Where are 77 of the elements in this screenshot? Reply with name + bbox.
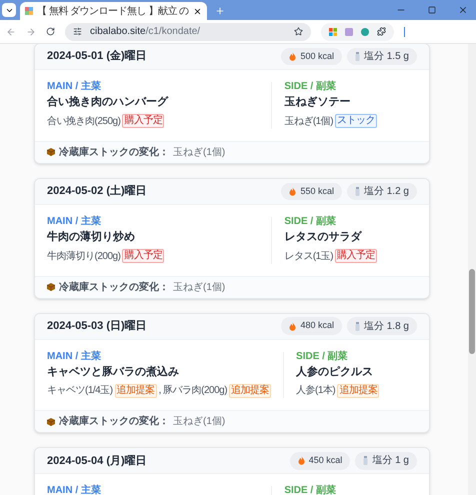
stock-change-label: 冷蔵庫ストックの変化：	[59, 280, 169, 294]
tag: 追加提案	[337, 384, 380, 398]
salt-badge: 塩分 1 g	[355, 452, 417, 470]
scrollbar-thumb[interactable]	[469, 269, 475, 354]
flame-icon	[289, 186, 296, 196]
calorie-badge: 550 kcal	[281, 182, 342, 200]
course-label: MAIN / 主菜	[47, 216, 102, 227]
salt-badge: 塩分 1.8 g	[346, 317, 417, 335]
stock-change-label: 冷蔵庫ストックの変化：	[59, 414, 169, 430]
stock-change-label: 冷蔵庫ストックの変化：	[59, 145, 169, 160]
ingredient: キャベツ(1/4玉)	[47, 384, 113, 398]
dish-title: 玉ねぎソテー	[284, 96, 352, 110]
calorie-badge: 500 kcal	[281, 48, 342, 66]
stock-change-value: 玉ねぎ(1個)	[173, 146, 226, 160]
course-label: SIDE / 副菜	[284, 216, 337, 227]
back-icon[interactable]	[6, 26, 16, 36]
box-icon	[47, 418, 55, 426]
stock-change-value: 玉ねぎ(1個)	[173, 415, 226, 430]
calorie-badge: 450 kcal	[290, 452, 350, 470]
tab-title: 【 無料 ダウンロード無し 】献立 の	[37, 4, 189, 18]
puzzle-icon[interactable]	[377, 27, 386, 36]
close-window-icon[interactable]	[458, 5, 468, 15]
course-label: MAIN / 主菜	[47, 486, 102, 495]
site-settings-icon[interactable]	[73, 27, 82, 36]
dish-title: レタスのサラダ	[284, 230, 363, 244]
course-label: MAIN / 主菜	[47, 352, 102, 362]
day-date: 2024-05-03 (日)曜日	[47, 318, 147, 334]
box-icon	[47, 283, 55, 291]
tab-list-button[interactable]	[2, 3, 16, 17]
maximize-icon[interactable]	[428, 6, 436, 14]
course-label: SIDE / 副菜	[284, 82, 337, 92]
ingredient: 合い挽き肉(250g)	[47, 114, 120, 129]
ingredient: , 豚バラ肉(200g)	[158, 384, 228, 398]
salt-shaker-icon	[354, 186, 360, 196]
ingredient: 人参(1本)	[296, 384, 336, 398]
close-icon[interactable]	[192, 6, 202, 16]
new-tab-icon[interactable]	[214, 6, 225, 16]
calorie-badge: 480 kcal	[281, 317, 342, 335]
ingredient: 牛肉薄切り(200g)	[47, 250, 120, 264]
salt-shaker-icon	[363, 456, 368, 466]
salt-badge: 塩分 1.5 g	[346, 48, 417, 66]
flame-icon	[289, 322, 296, 330]
course-label: SIDE / 副菜	[296, 352, 349, 362]
ingredient: レタス(1玉)	[284, 250, 334, 264]
site-favicon	[25, 7, 33, 15]
forward-icon[interactable]	[26, 26, 36, 36]
dish-title: 牛肉の薄切り炒め	[47, 230, 136, 244]
browser-tab[interactable]: 【 無料 ダウンロード無し 】献立 の	[20, 2, 207, 20]
day-date: 2024-05-04 (月)曜日	[47, 454, 147, 468]
tag: 追加提案	[114, 384, 157, 398]
salt-shaker-icon	[354, 52, 360, 61]
course-label: MAIN / 主菜	[47, 82, 102, 92]
salt-badge: 塩分 1.2 g	[346, 182, 417, 200]
grid-squares-icon[interactable]	[329, 28, 337, 36]
tag: 購入予定	[122, 249, 164, 263]
flame-icon	[298, 456, 305, 466]
extension-square-icon[interactable]	[345, 28, 353, 36]
ingredient: 玉ねぎ(1個)	[284, 114, 334, 129]
flame-icon	[289, 52, 296, 61]
salt-shaker-icon	[354, 322, 360, 330]
bookmark-star-icon[interactable]	[294, 27, 303, 36]
tag: 追加提案	[229, 384, 272, 398]
dish-title: 人参のピクルス	[296, 366, 374, 380]
dish-title: キャベツと豚バラの煮込み	[47, 366, 180, 380]
box-icon	[47, 148, 55, 156]
tag: 購入予定	[122, 114, 164, 128]
day-date: 2024-05-01 (金)曜日	[47, 48, 147, 64]
tag: 購入予定	[335, 249, 378, 263]
dish-title: 合い挽き肉のハンバーグ	[47, 96, 170, 110]
extension-circle-icon[interactable]	[361, 28, 369, 36]
course-label: SIDE / 副菜	[284, 486, 337, 495]
tag: ストック	[335, 114, 378, 128]
reload-icon[interactable]	[46, 27, 55, 36]
url-text: cibalabo.site/c1/kondate/	[90, 25, 202, 39]
address-bar[interactable]: cibalabo.site/c1/kondate/	[65, 22, 311, 40]
day-date: 2024-05-02 (土)曜日	[47, 184, 147, 199]
stock-change-value: 玉ねぎ(1個)	[173, 280, 226, 294]
